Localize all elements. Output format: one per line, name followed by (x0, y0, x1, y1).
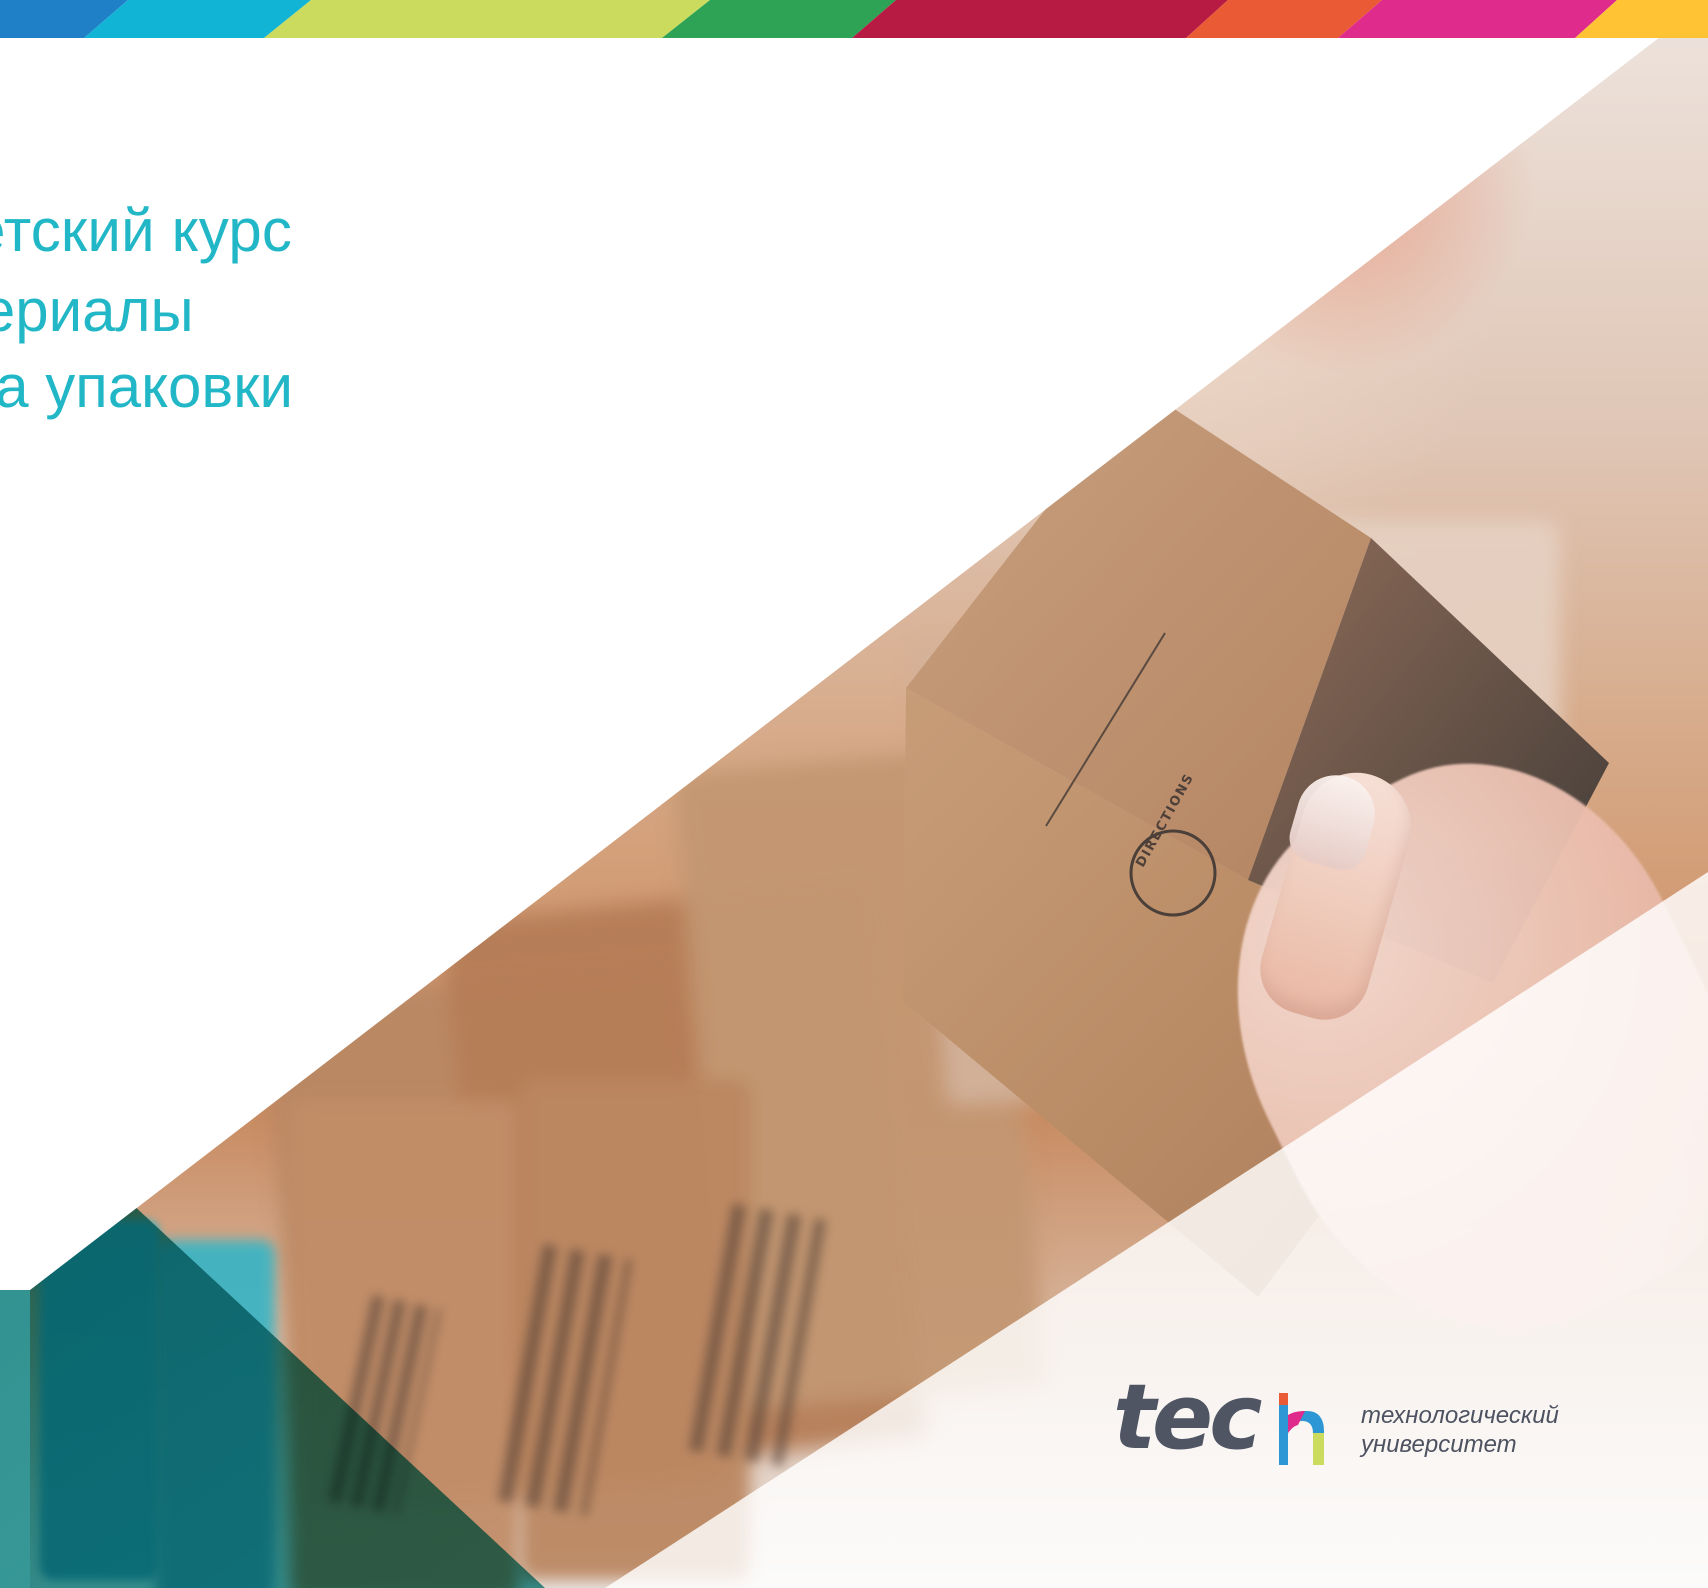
top-color-strip-graphic (0, 0, 1708, 38)
cover-title: Университетский курс Новые материалы для… (0, 198, 293, 420)
top-color-strip (0, 0, 1708, 38)
tech-wordmark-text: tec (1113, 1365, 1262, 1470)
h-shape-lime (1313, 1433, 1324, 1465)
tech-h-icon (1279, 1393, 1324, 1465)
title-line-3: для дизайна упаковки (0, 353, 294, 420)
logo-descriptor-line-1: технологический (1361, 1402, 1559, 1429)
h-shape-pink (1288, 1411, 1305, 1433)
title-line-1: Университетский курс (0, 197, 293, 264)
logo-descriptor-line-2: университет (1361, 1431, 1517, 1459)
strip-segment-crimson (852, 0, 1228, 38)
logo-descriptor: технологический университет (1361, 1373, 1559, 1459)
strip-segment-magenta (1338, 0, 1617, 38)
h-shape-orange (1279, 1393, 1288, 1405)
title-line-2: Новые материалы (0, 277, 194, 344)
cover-page: DIRECTIONS Университетский курс Новые ма… (0, 0, 1708, 1588)
strip-segment-lime (264, 0, 710, 38)
tech-logo: tec технологический университет (1113, 1373, 1559, 1467)
tech-wordmark: tec (1113, 1373, 1349, 1467)
